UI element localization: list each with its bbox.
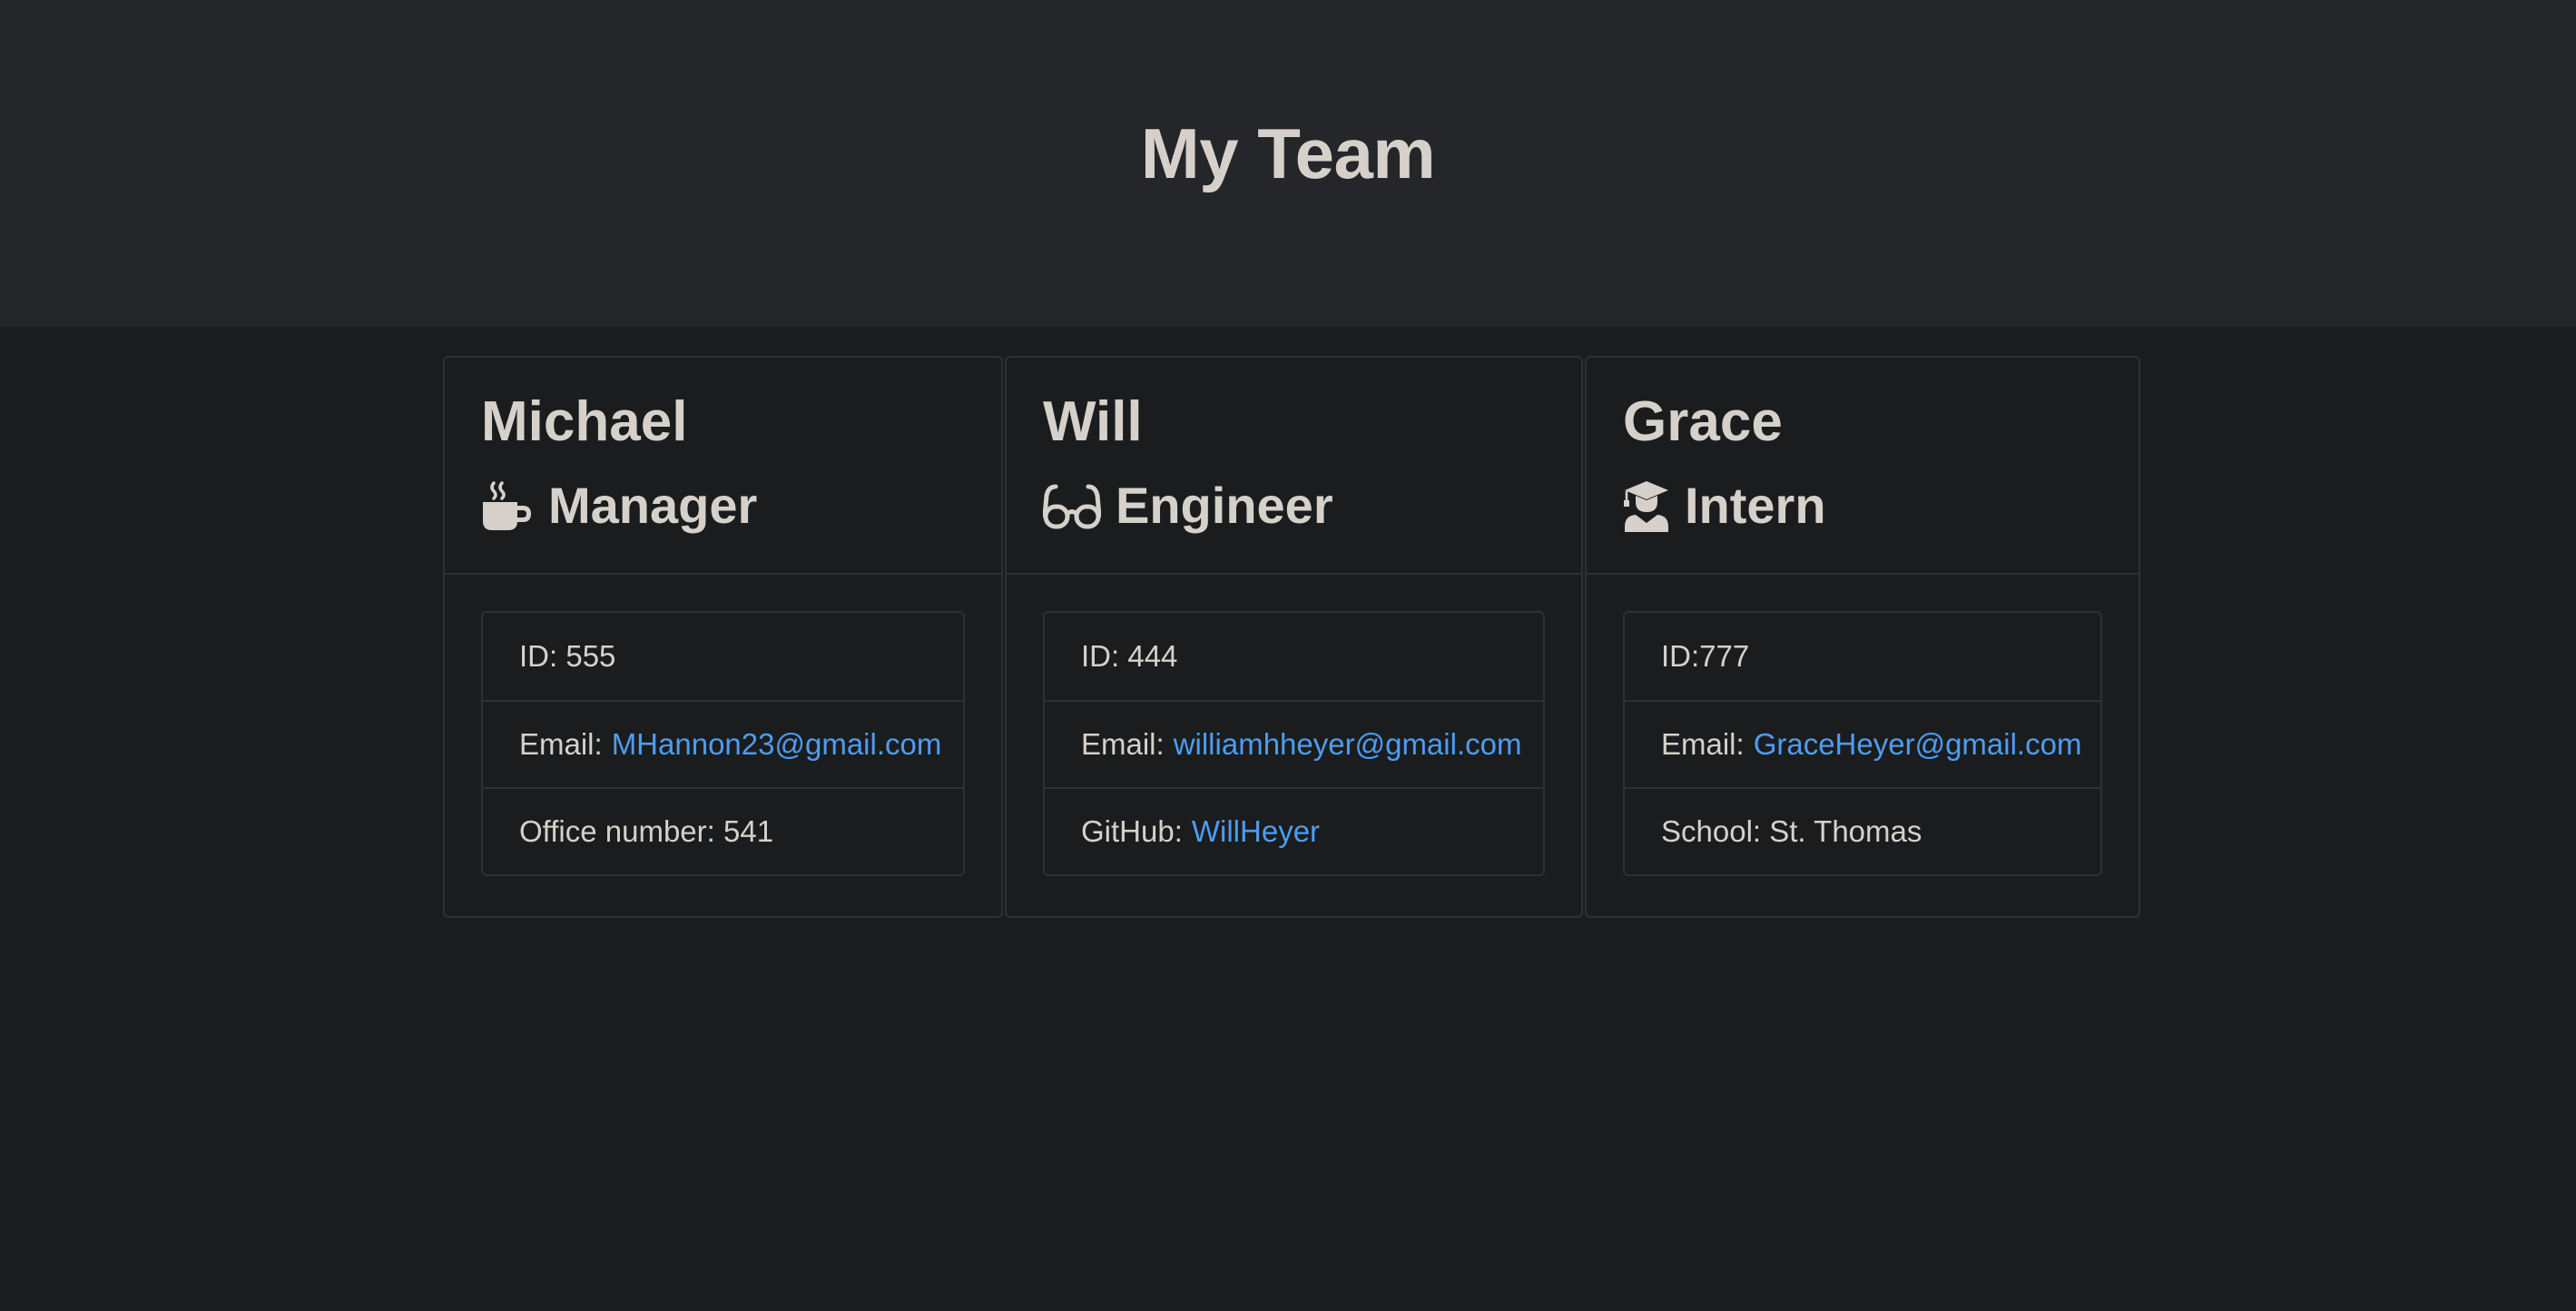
info-list: ID:777 Email: GraceHeyer@gmail.com Schoo… [1623, 611, 2102, 876]
employee-name: Will [1043, 390, 1143, 453]
email-link[interactable]: MHannon23@gmail.com [612, 727, 942, 762]
role-label: Engineer [1116, 477, 1333, 534]
info-list: ID: 444 Email: williamhheyer@gmail.com G… [1043, 611, 1545, 876]
employee-role: Intern [1623, 479, 2138, 532]
team-cards: Michael Manager ID: 555 Email: MHannon23… [443, 356, 2142, 918]
email-row: Email: GraceHeyer@gmail.com [1625, 700, 2100, 787]
employee-card-intern: Grace Intern ID:777 Email: GraceHeyer@gm… [1585, 356, 2140, 918]
employee-role: Manager [481, 479, 1001, 532]
email-label: Email: [1081, 727, 1165, 761]
office-number-row: Office number: 541 [483, 787, 963, 874]
github-link[interactable]: WillHeyer [1192, 814, 1320, 849]
email-row: Email: williamhheyer@gmail.com [1045, 700, 1543, 787]
id-row: ID:777 [1661, 639, 1750, 673]
email-row: Email: MHannon23@gmail.com [483, 700, 963, 787]
employee-card-engineer: Will Engineer ID: 444 Email: williamhhey… [1005, 356, 1583, 918]
role-label: Intern [1685, 477, 1826, 534]
card-body: ID: 555 Email: MHannon23@gmail.com Offic… [445, 575, 1001, 912]
graduate-icon [1623, 479, 1670, 532]
id-row: ID: 444 [1081, 639, 1178, 673]
employee-role: Engineer [1043, 479, 1581, 532]
email-label: Email: [1661, 727, 1745, 761]
school-row: School: St. Thomas [1625, 787, 2100, 874]
card-header: Grace Intern [1587, 358, 2138, 575]
page-title: My Team [1140, 113, 1436, 193]
info-list: ID: 555 Email: MHannon23@gmail.com Offic… [481, 611, 965, 876]
employee-card-manager: Michael Manager ID: 555 Email: MHannon23… [443, 356, 1003, 918]
github-label: GitHub: [1081, 814, 1183, 848]
card-header: Will Engineer [1007, 358, 1581, 575]
email-link[interactable]: williamhheyer@gmail.com [1174, 727, 1522, 762]
email-link[interactable]: GraceHeyer@gmail.com [1754, 727, 2082, 762]
employee-name: Michael [481, 390, 688, 453]
page-header: My Team [0, 0, 2576, 327]
card-body: ID: 444 Email: williamhheyer@gmail.com G… [1007, 575, 1581, 912]
email-label: Email: [519, 727, 603, 761]
github-row: GitHub: WillHeyer [1045, 787, 1543, 874]
coffee-cup-icon [481, 479, 534, 532]
id-row: ID: 555 [519, 639, 616, 673]
glasses-icon [1043, 479, 1101, 532]
role-label: Manager [548, 477, 758, 534]
card-body: ID:777 Email: GraceHeyer@gmail.com Schoo… [1587, 575, 2138, 912]
card-header: Michael Manager [445, 358, 1001, 575]
employee-name: Grace [1623, 390, 1783, 453]
